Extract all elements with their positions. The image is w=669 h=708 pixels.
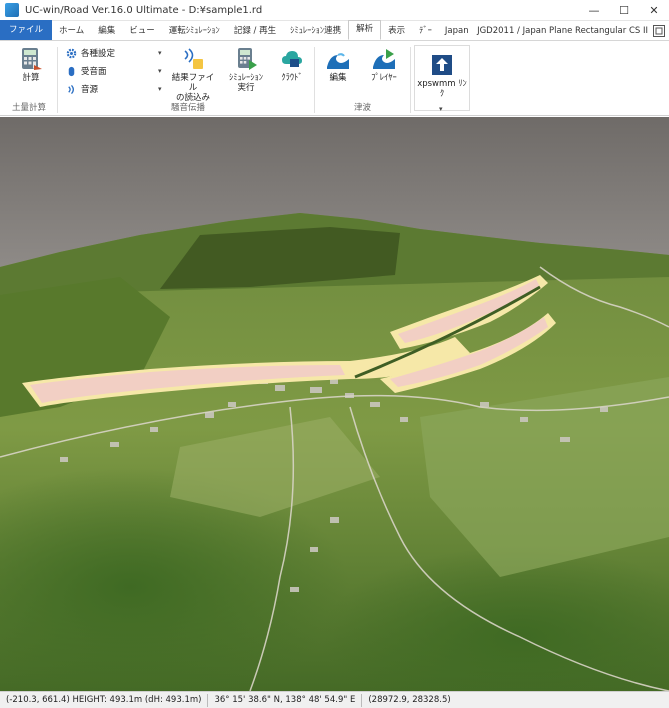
minimize-button[interactable]: — (579, 0, 609, 21)
tsunami-edit-button[interactable]: 編集 (322, 47, 354, 83)
plane-coordinates: (28972.9, 28328.5) (368, 695, 451, 705)
dropdown-arrow-icon[interactable]: ▾ (158, 49, 162, 57)
3d-viewport[interactable] (0, 117, 669, 691)
xpswmm-icon (432, 55, 452, 75)
tab-data[interactable]: ﾃﾞｰ (412, 23, 439, 40)
tab-record-playback[interactable]: 記録 / 再生 (227, 23, 283, 40)
app-icon (5, 3, 19, 17)
ribbon-tabs: ファイル ホーム 編集 ビュー 運転ｼﾐｭﾚｰｼｮﾝ 記録 / 再生 ｼﾐｭﾚｰ… (0, 20, 669, 41)
settings-button[interactable]: 各種設定 (66, 47, 115, 59)
run-simulation-icon (238, 48, 257, 70)
tab-drive-simulation[interactable]: 運転ｼﾐｭﾚｰｼｮﾝ (162, 23, 227, 40)
cloud-button[interactable]: ｸﾗｳﾄﾞ (274, 47, 310, 83)
group-earthwork-label: 土量計算 (12, 103, 47, 113)
help-icon[interactable] (652, 24, 666, 38)
tab-edit[interactable]: 編集 (91, 23, 122, 40)
sound-source-button[interactable]: 音源 (66, 83, 98, 95)
xpswmm-link-button[interactable]: xpswmm ﾘﾝｸ (416, 53, 468, 99)
group-noise-label: 騒音伝播 (171, 103, 206, 113)
group-tsunami-label: 津波 (354, 103, 372, 113)
ribbon-panel: 計算 土量計算 各種設定 受音面 音源 ▾ ▾ ▾ 結果ファイル の読込み ｼﾐ… (0, 41, 669, 116)
coordinate-system-label: Japan JGD2011 / Japan Plane Rectangular … (444, 26, 648, 36)
calc-label: 計算 (22, 73, 40, 83)
maximize-button[interactable]: ☐ (609, 0, 639, 21)
tsunami-player-button[interactable]: ﾌﾟﾚｲﾔｰ (364, 47, 404, 83)
tab-simulation-link[interactable]: ｼﾐｭﾚｰｼｮﾝ連携 (283, 23, 348, 40)
sound-receiver-button[interactable]: 受音面 (66, 65, 107, 77)
run-simulation-button[interactable]: ｼﾐｭﾚｰｼｮﾝ 実行 (220, 47, 272, 93)
wave-player-icon (373, 49, 395, 69)
dropdown-arrow-icon[interactable]: ▾ (158, 85, 162, 93)
wave-edit-icon (327, 53, 349, 69)
calc-button[interactable]: 計算 (14, 47, 48, 83)
dropdown-arrow-icon[interactable]: ▾ (439, 105, 443, 113)
gear-icon (66, 48, 77, 58)
load-result-button[interactable]: 結果ファイル の読込み (168, 47, 218, 103)
status-bar: (-210.3, 661.4) HEIGHT: 493.1m (dH: 493.… (0, 691, 669, 708)
tab-home[interactable]: ホーム (52, 23, 91, 40)
tab-analysis[interactable]: 解析 (348, 20, 382, 40)
lat-lon: 36° 15' 38.6" N, 138° 48' 54.9" E (214, 695, 356, 705)
title-bar: UC-win/Road Ver.16.0 Ultimate - D:¥sampl… (0, 0, 669, 21)
tab-file[interactable]: ファイル (0, 20, 53, 40)
dropdown-arrow-icon[interactable]: ▾ (158, 67, 162, 75)
tab-display[interactable]: 表示 (381, 23, 412, 40)
close-button[interactable]: ✕ (639, 0, 669, 21)
sound-wave-icon (68, 84, 74, 94)
calculator-icon (22, 48, 42, 70)
window-title: UC-win/Road Ver.16.0 Ultimate - D:¥sampl… (25, 4, 263, 16)
tab-view[interactable]: ビュー (122, 23, 162, 40)
cloud-icon (282, 51, 302, 67)
receiver-icon (68, 66, 75, 76)
terrain-scene (0, 117, 669, 691)
cursor-position: (-210.3, 661.4) HEIGHT: 493.1m (dH: 493.… (6, 695, 202, 705)
result-file-icon (184, 48, 203, 69)
